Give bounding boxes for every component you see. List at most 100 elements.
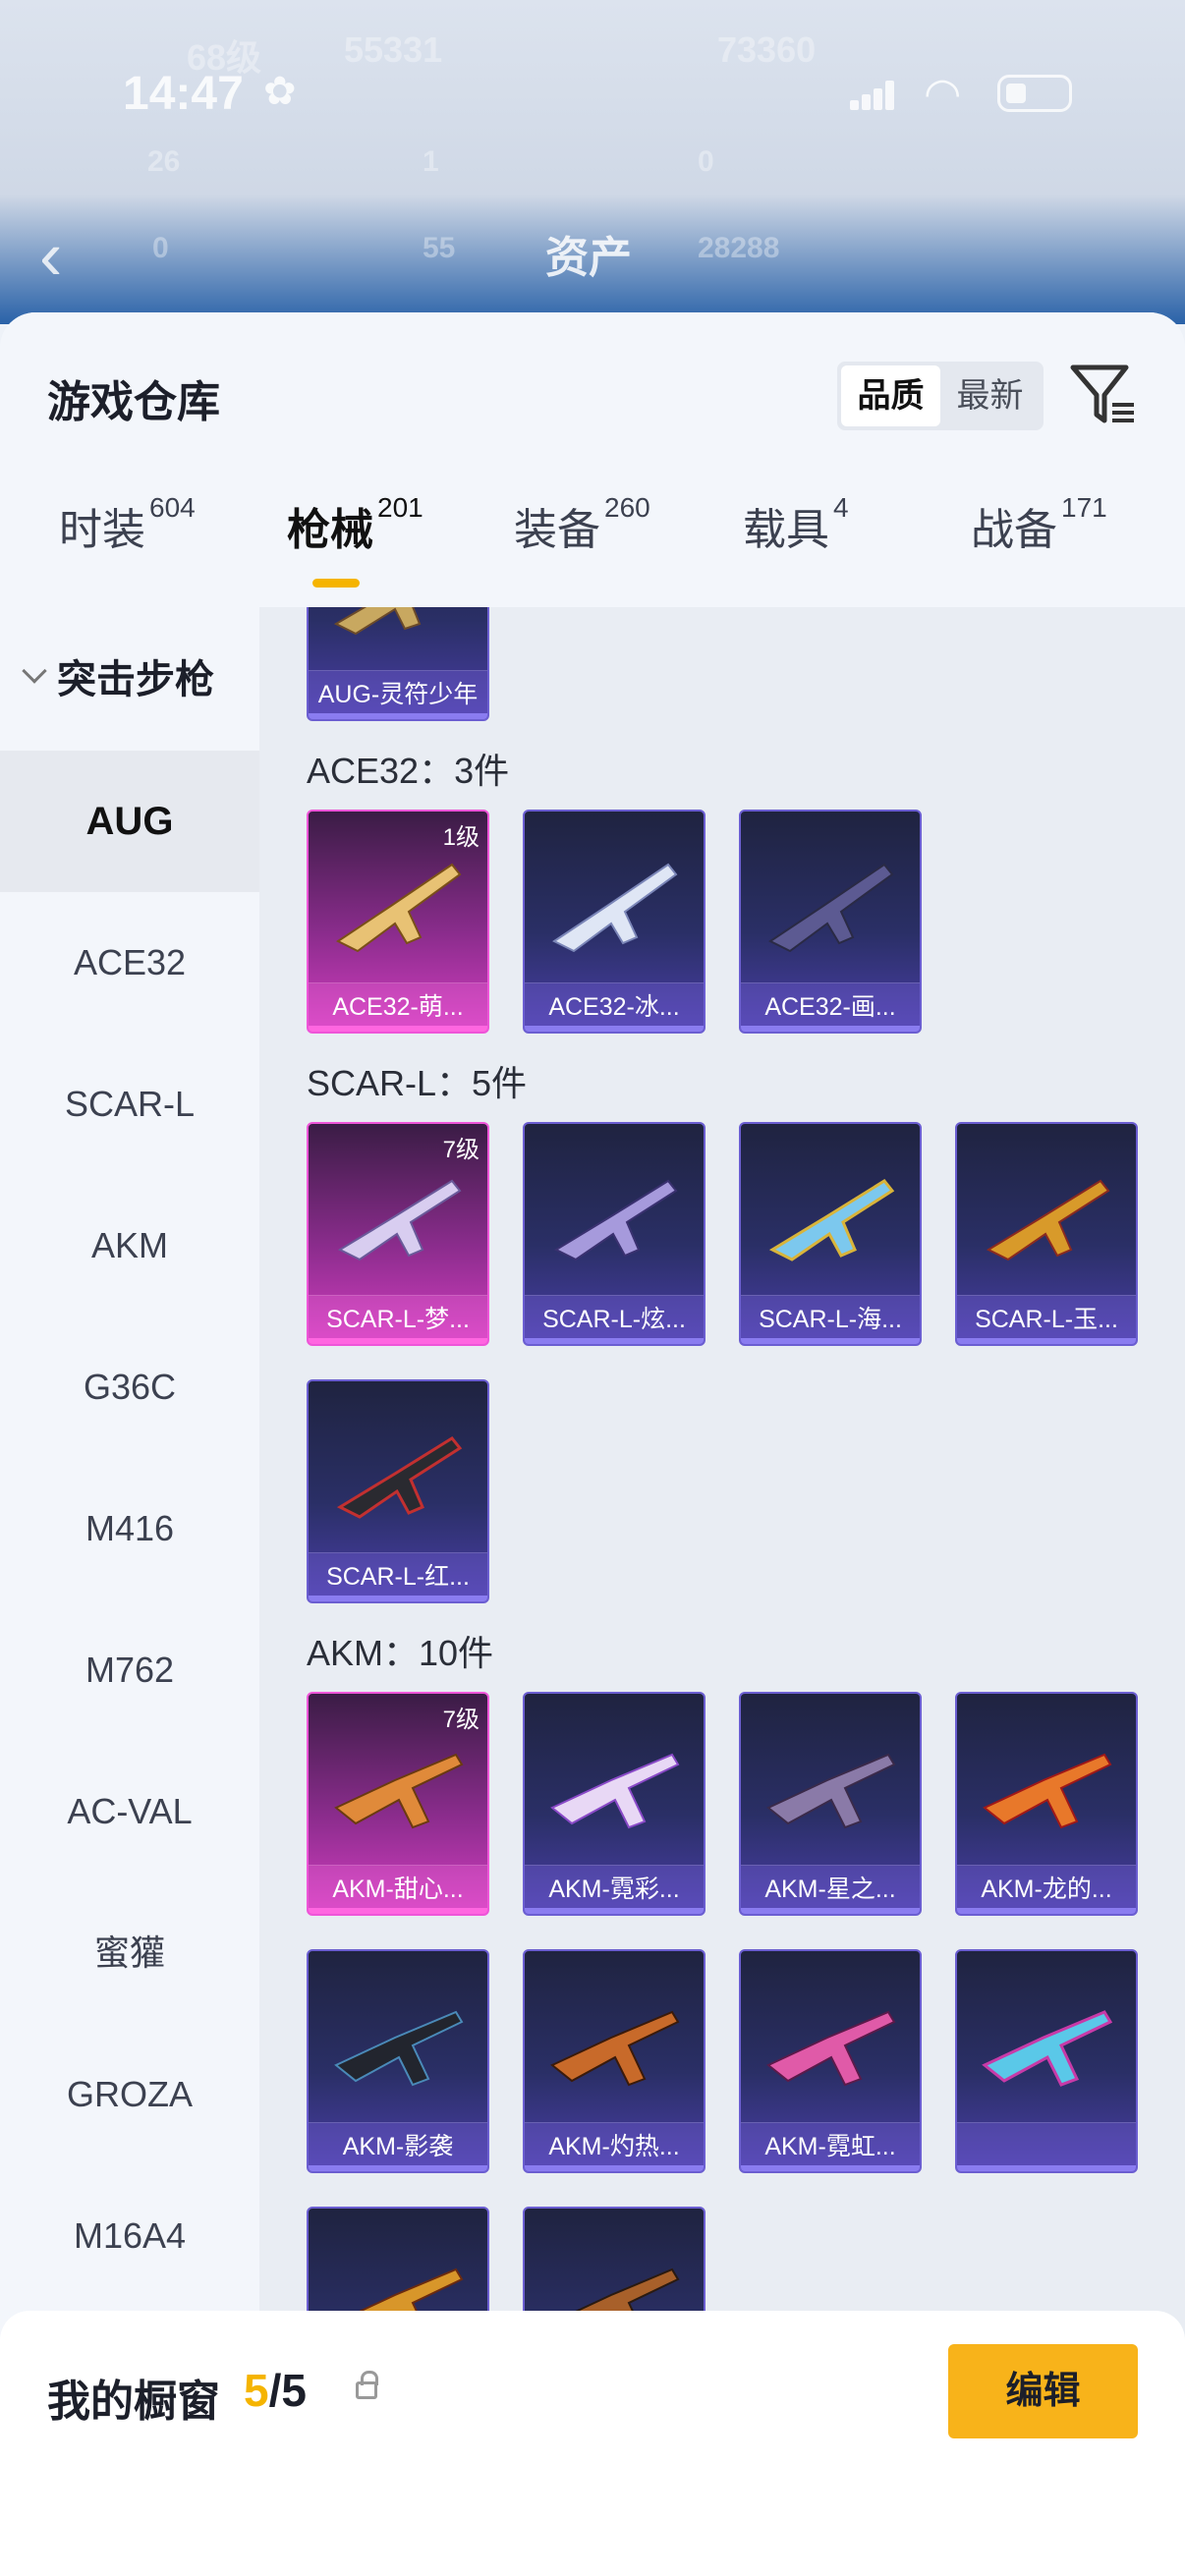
sidebar-item-aug[interactable]: AUG bbox=[0, 751, 259, 892]
card-rarity-bar bbox=[309, 2165, 487, 2171]
weapon-card-name: AKM-星之... bbox=[741, 1865, 920, 1914]
tab-fashion[interactable]: 时装 604 bbox=[59, 492, 196, 602]
weapon-card-name: ACE32-萌... bbox=[309, 982, 487, 1032]
ghost-stat: 1 bbox=[423, 145, 439, 178]
card-rarity-bar bbox=[309, 1338, 487, 1344]
showcase-footer: 我的橱窗 5/5 编辑 bbox=[0, 2311, 1185, 2576]
weapon-card-ace32[interactable]: ACE32-冰... bbox=[523, 810, 705, 1034]
card-rarity-bar bbox=[525, 2165, 704, 2171]
weapon-card-name: ACE32-画... bbox=[741, 982, 920, 1032]
weapon-card-name: AKM-霓虹... bbox=[741, 2122, 920, 2171]
weapon-card-akm[interactable]: 7级 AKM-甜心... bbox=[307, 1692, 489, 1916]
weapon-card-name: AKM-影袭 bbox=[309, 2122, 487, 2171]
back-icon[interactable]: ‹ bbox=[39, 216, 62, 295]
sidebar-item-m416[interactable]: M416 bbox=[0, 1458, 259, 1599]
wifi-icon: ◠ bbox=[924, 70, 962, 118]
weapon-card-aug[interactable]: AUG-灵符少年 bbox=[307, 607, 489, 721]
weapon-card-scar-l[interactable]: SCAR-L-炫... bbox=[523, 1122, 705, 1346]
group-title-scar-l: SCAR-L：5件 bbox=[307, 1063, 528, 1103]
rifle-icon bbox=[553, 1179, 678, 1261]
card-rarity-bar bbox=[309, 1908, 487, 1914]
sidebar-category[interactable]: 突击步枪 bbox=[0, 607, 259, 745]
sort-newest-button[interactable]: 最新 bbox=[940, 365, 1040, 426]
rifle-icon bbox=[768, 1179, 895, 1261]
weapon-card-scar-l[interactable]: 7级 SCAR-L-梦... bbox=[307, 1122, 489, 1346]
sidebar-item-ac-val[interactable]: AC-VAL bbox=[0, 1741, 259, 1882]
weapon-card-akm[interactable]: AKM-影袭 bbox=[307, 1949, 489, 2173]
card-rarity-bar bbox=[957, 1338, 1136, 1344]
sort-quality-button[interactable]: 品质 bbox=[841, 365, 940, 426]
rifle-icon bbox=[334, 1753, 464, 1829]
sidebar-item-m16a4[interactable]: M16A4 bbox=[0, 2165, 259, 2307]
card-rarity-bar bbox=[741, 1338, 920, 1344]
tab-indicator bbox=[312, 579, 360, 588]
card-rarity-bar bbox=[525, 1908, 704, 1914]
ghost-stat: 0 bbox=[698, 145, 714, 178]
rifle-icon bbox=[550, 2010, 680, 2087]
weapon-card-name: AKM-甜心... bbox=[309, 1865, 487, 1914]
category-tabs: 时装 604 枪械 201 装备 260 载具 4 战备 171 bbox=[0, 492, 1185, 602]
rifle-icon bbox=[766, 1753, 896, 1829]
weapon-card-akm[interactable]: AKM-星之... bbox=[739, 1692, 922, 1916]
filter-icon[interactable] bbox=[1069, 360, 1138, 428]
ghost-stat: 26 bbox=[147, 145, 181, 178]
weapon-card-ace32[interactable]: ACE32-画... bbox=[739, 810, 922, 1034]
tab-vehicles[interactable]: 载具 4 bbox=[743, 492, 849, 602]
weapon-card-akm[interactable]: AKM-灼热... bbox=[523, 1949, 705, 2173]
rifle-icon bbox=[550, 1753, 680, 1829]
weapon-card-akm[interactable] bbox=[955, 1949, 1138, 2173]
weapon-sidebar: 突击步枪 AUG ACE32 SCAR-L AKM G36C M416 M762… bbox=[0, 607, 259, 2576]
sheet-title: 游戏仓库 bbox=[47, 378, 220, 426]
battery-icon bbox=[997, 75, 1072, 112]
weapon-card-name: AKM-灼热... bbox=[525, 2122, 704, 2171]
card-rarity-bar bbox=[309, 713, 487, 719]
rifle-icon bbox=[334, 2010, 464, 2087]
sidebar-item-honey-badger[interactable]: 蜜獾 bbox=[0, 1882, 259, 2024]
weapon-card-akm[interactable]: AKM-霓彩... bbox=[523, 1692, 705, 1916]
card-rarity-bar bbox=[741, 1026, 920, 1032]
paw-icon: ✿ bbox=[263, 70, 297, 113]
rifle-icon bbox=[986, 1179, 1110, 1261]
sidebar-item-m762[interactable]: M762 bbox=[0, 1599, 259, 1741]
signal-icon bbox=[850, 81, 894, 110]
sidebar-item-g36c[interactable]: G36C bbox=[0, 1316, 259, 1458]
weapon-grid: AUG-灵符少年 ACE32：3件 1级 ACE32-萌... ACE32-冰.… bbox=[259, 607, 1185, 2576]
tab-equipment[interactable]: 装备 260 bbox=[514, 492, 650, 602]
tab-firearms[interactable]: 枪械 201 bbox=[287, 492, 423, 602]
edit-button[interactable]: 编辑 bbox=[948, 2344, 1138, 2438]
weapon-card-name: SCAR-L-海... bbox=[741, 1295, 920, 1344]
nav-title: 资产 bbox=[545, 234, 632, 282]
weapon-card-name: SCAR-L-玉... bbox=[957, 1295, 1136, 1344]
weapon-card-scar-l[interactable]: SCAR-L-红... bbox=[307, 1379, 489, 1603]
showcase-label: 我的橱窗 bbox=[47, 2378, 220, 2426]
weapon-card-akm[interactable]: AKM-霓虹... bbox=[739, 1949, 922, 2173]
sidebar-item-groza[interactable]: GROZA bbox=[0, 2024, 259, 2165]
rifle-icon bbox=[982, 2010, 1113, 2087]
rifle-icon bbox=[336, 1436, 463, 1519]
weapon-card-scar-l[interactable]: SCAR-L-海... bbox=[739, 1122, 922, 1346]
weapon-card-scar-l[interactable]: SCAR-L-玉... bbox=[955, 1122, 1138, 1346]
tab-supplies[interactable]: 战备 171 bbox=[971, 492, 1107, 602]
card-rarity-bar bbox=[525, 1026, 704, 1032]
sidebar-item-ace32[interactable]: ACE32 bbox=[0, 892, 259, 1034]
sidebar-item-akm[interactable]: AKM bbox=[0, 1175, 259, 1316]
rifle-icon bbox=[766, 2010, 896, 2087]
warehouse-sheet: 游戏仓库 品质 最新 时装 604 枪械 201 装备 260 载具 4 战备 171 突… bbox=[0, 312, 1185, 2576]
group-title-ace32: ACE32：3件 bbox=[307, 751, 510, 791]
group-title-akm: AKM：10件 bbox=[307, 1633, 494, 1673]
rifle-icon bbox=[337, 1179, 462, 1261]
weapon-card-akm[interactable]: AKM-龙的... bbox=[955, 1692, 1138, 1916]
status-bar: 14:47 ✿ ◠ bbox=[0, 59, 1185, 128]
status-time: 14:47 bbox=[123, 68, 244, 120]
navbar: ‹ 资产 bbox=[0, 196, 1185, 305]
weapon-card-ace32[interactable]: 1级 ACE32-萌... bbox=[307, 810, 489, 1034]
weapon-card-name: SCAR-L-梦... bbox=[309, 1295, 487, 1344]
rifle-icon bbox=[768, 863, 894, 953]
card-rarity-bar bbox=[957, 1908, 1136, 1914]
weapon-card-name: AKM-霓彩... bbox=[525, 1865, 704, 1914]
weapon-card-name: AUG-灵符少年 bbox=[309, 670, 487, 719]
weapon-card-name: SCAR-L-红... bbox=[309, 1552, 487, 1601]
card-rarity-bar bbox=[741, 1908, 920, 1914]
sidebar-item-scar-l[interactable]: SCAR-L bbox=[0, 1034, 259, 1175]
sort-toggle: 品质 最新 bbox=[837, 362, 1044, 430]
